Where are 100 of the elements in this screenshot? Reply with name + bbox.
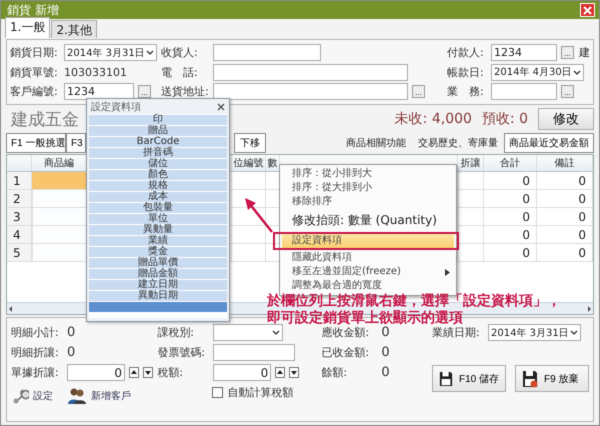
unpaid-amount: 未收: 4,000	[394, 110, 472, 128]
field-label: 銷貨單號:	[10, 64, 59, 80]
field-label: 單據折讓:	[11, 365, 60, 380]
field-label: 課稅別:	[157, 325, 195, 340]
field-label: 電 話:	[161, 64, 199, 80]
list-item[interactable]: 異動日期	[89, 291, 227, 301]
date-picker[interactable]: 2014年 4月30日	[491, 64, 584, 80]
list-item[interactable]: 業績	[89, 236, 227, 246]
list-item[interactable]: 贈品	[89, 126, 227, 136]
field-label: 明細折讓:	[11, 345, 60, 360]
browse-button[interactable]: ...	[412, 85, 425, 98]
column-header[interactable]: 折讓	[458, 155, 484, 171]
company-name: 建成五金	[11, 108, 79, 130]
field-label: 客戶編號:	[10, 84, 59, 99]
menu-item[interactable]: 移除排序	[282, 195, 454, 209]
menu-item[interactable]: 修改抬頭: 數量 (Quantity)	[282, 209, 454, 231]
list-item[interactable]: 印	[89, 115, 227, 125]
menu-item[interactable]: 排序：從小排到大	[282, 167, 454, 181]
row-number: 4	[7, 226, 32, 243]
table-cell: 0	[537, 244, 593, 261]
dialog-title: 設定資料項	[91, 100, 141, 114]
row-number: 2	[7, 190, 32, 207]
link[interactable]: 交易歷史、寄庫量	[412, 133, 504, 153]
field-label: 收貨人:	[161, 45, 199, 60]
list-item[interactable]: 拼音碼	[89, 148, 227, 158]
field-label: 銷貨日期:	[10, 45, 59, 60]
field-label: 送貨地址:	[161, 84, 210, 99]
prepaid-amount: 預收: 0	[482, 110, 528, 128]
input-field[interactable]: 1234	[64, 83, 134, 100]
list-item[interactable]: 贈品金額	[89, 269, 227, 279]
field-value: 0	[381, 325, 390, 340]
list-item[interactable]: 單位	[89, 214, 227, 224]
tab[interactable]: 1.一般	[5, 17, 50, 38]
table-cell: 0	[484, 208, 537, 225]
checkbox-label: 自動計算稅額	[227, 385, 294, 400]
table-cell: 0	[537, 172, 593, 189]
window-title: 銷貨 新增	[7, 2, 59, 18]
column-header[interactable]: 合計	[484, 155, 537, 171]
column-header[interactable]: 位編號	[232, 155, 266, 171]
list-item[interactable]: 建立日期	[89, 280, 227, 290]
list-item[interactable]: 異動量	[89, 225, 227, 235]
number-field[interactable]: 0	[67, 364, 125, 381]
browse-button[interactable]: ...	[561, 46, 574, 59]
field-value: 0	[381, 365, 390, 380]
annotation-text: 於欄位列上按滑鼠右鍵，選擇「設定資料項」，	[267, 293, 561, 310]
link[interactable]: 商品相關功能	[340, 133, 412, 153]
tab[interactable]: 2.其他	[51, 20, 97, 38]
toolbar-button[interactable]: F1 一般挑選	[6, 133, 66, 153]
field-value: 0	[67, 325, 76, 340]
list-item[interactable]: 成本	[89, 192, 227, 202]
menu-item[interactable]: 移至左邊並固定(freeze)	[282, 265, 454, 279]
field-label: 明細小計:	[11, 325, 60, 340]
menu-item[interactable]: 排序：從大排到小	[282, 181, 454, 195]
menu-item[interactable]: 隱藏此資料項	[282, 251, 454, 265]
annotation-text: 即可設定銷貨單上欲顯示的選項	[267, 310, 464, 326]
list-item[interactable]: 規格	[89, 181, 227, 191]
table-cell: 0	[537, 226, 593, 243]
date-picker[interactable]: 2014年 3月31日	[488, 324, 581, 341]
toolbar-button[interactable]: 下移	[234, 133, 266, 153]
discard-button[interactable]: F9 放棄	[515, 365, 589, 392]
field-label: 餘額:	[321, 365, 348, 380]
table-cell: 0	[537, 190, 593, 207]
edit-button[interactable]: 修改	[538, 108, 594, 130]
date-picker[interactable]: 2014年 3月31日	[64, 44, 157, 61]
field-value: 0	[381, 345, 390, 360]
row-number: 5	[7, 244, 32, 261]
table-cell: 0	[484, 190, 537, 207]
field-label: 稅額:	[157, 365, 184, 380]
add-customer-link[interactable]: 新增客戶	[91, 388, 131, 402]
field-value: 0	[67, 345, 76, 360]
list-item[interactable]: 顏色	[89, 170, 227, 180]
field-label: 發票號碼:	[157, 345, 206, 360]
field-label: 業 務:	[447, 84, 485, 99]
list-item[interactable]: 儲位	[89, 159, 227, 169]
list-item[interactable]: 獎金	[89, 247, 227, 257]
column-header[interactable]: 備註	[537, 155, 593, 171]
field-value: 103033101	[64, 66, 127, 78]
menu-item[interactable]: 設定資料項	[282, 234, 454, 248]
table-cell: 0	[484, 244, 537, 261]
toolbar-button[interactable]: F3	[66, 133, 86, 153]
field-label: 建	[579, 45, 590, 60]
table-cell: 0	[484, 172, 537, 189]
list-item[interactable]: BarCode	[89, 137, 227, 147]
browse-button[interactable]: ...	[561, 85, 574, 98]
row-number: 1	[7, 172, 32, 189]
list-item[interactable]: 贈品單價	[89, 258, 227, 268]
field-label: 付款人:	[447, 45, 485, 60]
save-button[interactable]: F10 儲存	[432, 365, 506, 392]
field-label: 帳款日:	[447, 64, 485, 80]
toolbar-button[interactable]: 商品最近交易金額	[504, 133, 594, 153]
browse-button[interactable]: ...	[138, 85, 151, 98]
input-field[interactable]: 1234	[491, 44, 557, 61]
number-field[interactable]: 0	[213, 364, 272, 381]
table-cell: 0	[537, 208, 593, 225]
settings-link[interactable]: 設定	[33, 388, 53, 402]
table-cell: 0	[484, 226, 537, 243]
menu-item[interactable]: 調整為最合適的寬度	[282, 279, 454, 293]
field-label: 業績日期:	[432, 325, 481, 340]
list-item[interactable]: 包裝量	[89, 203, 227, 213]
field-label: 應收金額:	[321, 325, 370, 340]
